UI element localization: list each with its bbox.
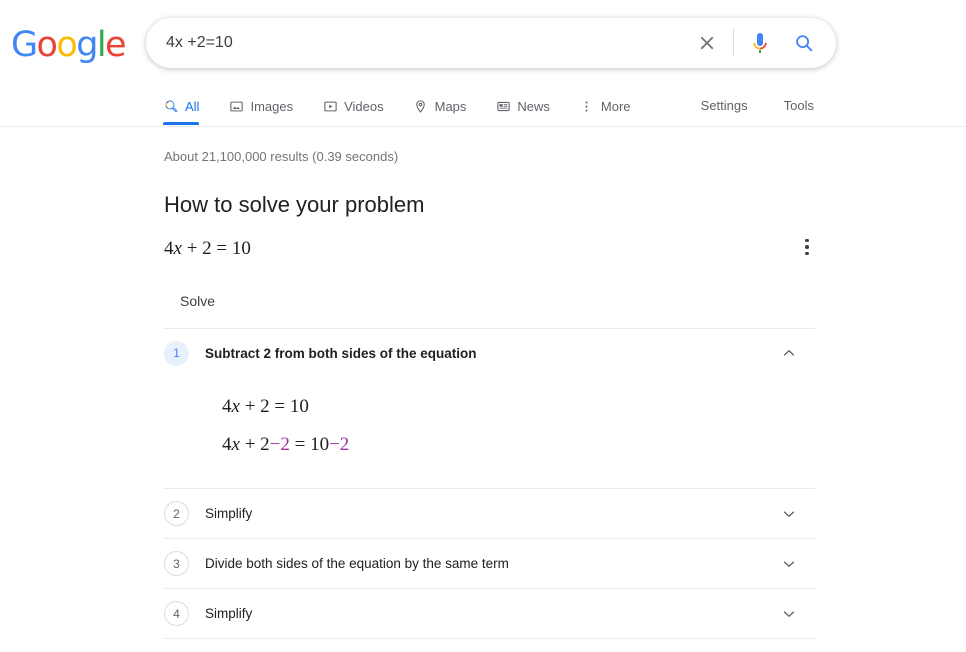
equation-term: 4 <box>222 395 232 417</box>
step-number: 1 <box>164 340 189 366</box>
equation-term: 4 <box>222 434 232 456</box>
more-vertical-icon <box>579 99 595 115</box>
clear-search-button[interactable] <box>685 21 729 65</box>
logo-letter-l: l <box>96 25 107 65</box>
step-number: 2 <box>164 501 189 527</box>
logo-letter-g1: G <box>11 25 38 65</box>
search-submit-button[interactable] <box>782 21 826 65</box>
highlighted-term: −2 <box>269 434 290 456</box>
step-equation: 4x + 2 = 10 <box>222 395 815 420</box>
equation-term: 10 <box>289 395 309 417</box>
tab-images-label: Images <box>250 99 294 114</box>
step-number: 4 <box>164 601 189 627</box>
step-title: Simplify <box>205 606 253 622</box>
tools-button[interactable]: Tools <box>784 98 814 113</box>
tab-videos-label: Videos <box>344 99 384 114</box>
tab-images[interactable]: Images <box>228 88 293 125</box>
search-nav: All Images Videos Maps News More Setting… <box>0 88 966 127</box>
kebab-dot-2 <box>805 245 809 249</box>
equation-rhs: 10 <box>231 238 251 259</box>
search-icon <box>796 35 813 52</box>
tab-maps-label: Maps <box>434 99 467 114</box>
step-title: Subtract 2 from both sides of the equati… <box>205 345 477 361</box>
chevron-up-icon <box>783 350 795 356</box>
equation-constant: 2 <box>202 238 212 259</box>
results-area: About 21,100,000 results (0.39 seconds) … <box>0 127 966 652</box>
tab-all[interactable]: All <box>163 88 200 125</box>
equation-plus: + <box>181 238 203 259</box>
math-solver-panel: How to solve your problem 4x + 2 = 10 So… <box>164 191 815 652</box>
equation-term: + <box>239 395 261 417</box>
tab-news[interactable]: News <box>495 88 550 125</box>
overflow-menu-icon[interactable] <box>795 235 819 259</box>
step-title: Simplify <box>205 506 253 522</box>
step-row[interactable]: 4 Simplify <box>164 589 815 638</box>
logo-letter-o1: o <box>36 25 58 65</box>
logo-letter-e: e <box>104 25 127 65</box>
map-pin-icon <box>413 99 429 115</box>
chevron-down-icon <box>783 611 795 617</box>
logo-letter-o2: o <box>56 25 77 65</box>
equation-equals: = <box>211 238 232 259</box>
step-toggle-button[interactable] <box>777 552 801 576</box>
equation-term: + <box>239 434 261 456</box>
microphone-icon <box>753 33 767 53</box>
problem-equation: 4x + 2 = 10 <box>164 237 815 262</box>
news-icon <box>495 99 511 115</box>
equation-term: = <box>289 434 311 456</box>
step-toggle-button[interactable] <box>777 341 801 365</box>
tab-more-label: More <box>600 99 631 114</box>
page-title: How to solve your problem <box>164 192 425 217</box>
equation-term: 2 <box>260 395 270 417</box>
logo-letter-g2: g <box>76 25 98 65</box>
step-equation: 4x + 2−2 = 10−2 <box>222 433 815 458</box>
highlighted-term: −2 <box>329 434 350 456</box>
divider <box>164 638 815 640</box>
step-row[interactable]: 3 Divide both sides of the equation by th… <box>164 539 815 588</box>
tab-maps[interactable]: Maps <box>413 88 467 125</box>
search-divider <box>733 29 734 57</box>
equation-term: x <box>231 434 240 456</box>
search-icon <box>163 99 179 115</box>
equation-variable: x <box>173 238 182 259</box>
equation-term: 10 <box>310 434 330 456</box>
step-toggle-button[interactable] <box>777 502 801 526</box>
step-toggle-button[interactable] <box>777 602 801 626</box>
settings-button[interactable]: Settings <box>701 98 748 113</box>
step-title: Divide both sides of the equation by the… <box>205 556 509 572</box>
step-row[interactable]: 2 Simplify <box>164 489 815 538</box>
voice-search-button[interactable] <box>738 21 782 65</box>
tab-news-label: News <box>517 99 550 114</box>
search-input[interactable] <box>146 26 685 60</box>
step-number: 3 <box>164 551 189 577</box>
search-header: Google 4x +2=10 All Images Videos Maps N… <box>0 0 966 127</box>
equation-term: x <box>231 395 240 417</box>
solution-steps: 1 Subtract 2 from both sides of the equat… <box>164 329 815 638</box>
nav-utilities: Settings Tools <box>701 88 814 113</box>
chevron-down-icon <box>783 561 795 567</box>
search-box <box>146 18 836 68</box>
equation-term: = <box>269 395 290 417</box>
google-logo[interactable]: Google <box>11 25 127 65</box>
solve-label: Solve <box>180 292 216 309</box>
kebab-dot-1 <box>805 238 809 243</box>
kebab-dot-3 <box>805 251 809 256</box>
chevron-down-icon <box>783 511 795 517</box>
video-icon <box>322 99 338 115</box>
google-search-results-page: Google 4x +2=10 All Images Videos Maps N… <box>0 0 966 652</box>
tab-more[interactable]: More <box>579 88 631 125</box>
nav-tabs: All Images Videos Maps News More <box>163 88 660 125</box>
step-body: 4x + 2 = 10 4x + 2−2 = 10−2 <box>164 378 815 488</box>
tab-videos[interactable]: Videos <box>322 88 384 125</box>
close-icon <box>700 36 714 50</box>
step-row[interactable]: 1 Subtract 2 from both sides of the equat… <box>164 329 815 378</box>
equation-coefficient: 4 <box>164 238 174 259</box>
image-icon <box>228 99 244 115</box>
result-stats: About 21,100,000 results (0.39 seconds) <box>164 149 399 164</box>
tab-all-label: All <box>185 99 200 114</box>
equation-term: 2 <box>260 434 270 456</box>
